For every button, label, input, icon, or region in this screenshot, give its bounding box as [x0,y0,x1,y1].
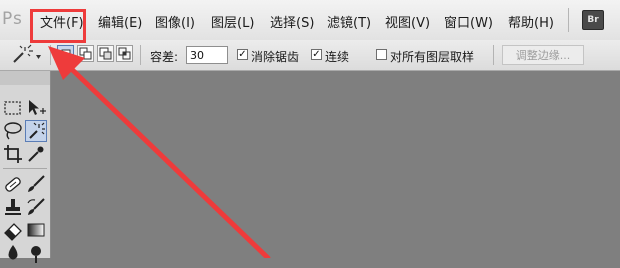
brush-icon [28,175,45,192]
clone-stamp-icon [5,199,21,215]
options-divider [50,45,51,65]
magic-wand-tool[interactable] [25,120,47,142]
dodge-icon [31,246,41,263]
blur-icon [8,245,18,260]
menu-help[interactable]: 帮助(H) [508,12,554,31]
intersect-selection-button[interactable] [116,45,133,62]
crop-icon [4,145,22,163]
menu-file[interactable]: 文件(F) [40,12,84,31]
new-selection-button[interactable] [57,45,74,62]
brush-tool[interactable] [25,173,47,195]
menu-view[interactable]: 视图(V) [385,12,430,31]
tolerance-label: 容差: [150,50,179,64]
move-icon [29,100,46,115]
gradient-icon [27,223,45,237]
lasso-tool[interactable] [2,120,24,142]
healing-brush-icon [5,177,21,192]
tools-divider [3,168,47,169]
eyedropper-tool[interactable] [25,143,47,165]
subtract-selection-icon [99,47,112,60]
menu-bar: Ps 文件(F) 编辑(E) 图像(I) 图层(L) 选择(S) 滤镜(T) 视… [0,0,620,41]
history-brush-tool[interactable] [25,196,47,218]
contiguous-label: 连续 [325,50,350,64]
add-to-selection-button[interactable] [77,45,94,62]
tools-panel [0,71,51,263]
intersect-selection-icon [118,47,131,60]
tolerance-input[interactable]: 30 [186,46,228,64]
menu-image[interactable]: 图像(I) [155,12,195,31]
gradient-tool[interactable] [25,219,47,241]
menu-edit[interactable]: 编辑(E) [98,12,142,31]
antialias-checkbox[interactable]: ✓ [237,49,248,60]
menu-select[interactable]: 选择(S) [270,12,314,31]
move-tool[interactable] [25,97,47,119]
menu-window[interactable]: 窗口(W) [444,12,493,31]
menu-divider [568,8,569,32]
eyedropper-icon [28,146,44,162]
healing-brush-tool[interactable] [2,173,24,195]
lasso-icon [4,122,22,140]
rectangular-marquee-tool[interactable] [2,97,24,119]
options-divider [493,45,494,65]
magic-wand-icon [29,122,45,139]
sample-all-layers-checkbox[interactable] [376,49,387,60]
crop-tool[interactable] [2,143,24,165]
tools-panel-grip[interactable] [0,71,50,85]
blur-tool[interactable] [2,242,24,264]
refine-edge-button[interactable]: 调整边缘... [502,45,584,65]
magic-wand-preset-icon [13,44,41,63]
eraser-tool[interactable] [2,219,24,241]
rectangular-marquee-icon [4,101,21,115]
new-selection-icon [61,49,71,59]
menu-filter[interactable]: 滤镜(T) [327,12,371,31]
add-selection-icon [79,47,92,60]
options-divider [140,45,141,65]
dodge-tool[interactable] [25,242,47,264]
tool-preset-picker[interactable] [8,44,42,66]
bridge-button[interactable]: Br [582,10,604,30]
photoshop-logo: Ps [2,9,23,29]
subtract-from-selection-button[interactable] [97,45,114,62]
clone-stamp-tool[interactable] [2,196,24,218]
history-brush-icon [27,198,45,215]
contiguous-checkbox[interactable]: ✓ [311,49,322,60]
sample-all-layers-label: 对所有图层取样 [390,50,475,64]
menu-layer[interactable]: 图层(L) [211,12,254,31]
antialias-label: 消除锯齿 [251,50,300,64]
options-bar: 容差: 30 ✓ 消除锯齿 ✓ 连续 对所有图层取样 调整边缘... [0,40,620,71]
eraser-icon [4,223,22,241]
